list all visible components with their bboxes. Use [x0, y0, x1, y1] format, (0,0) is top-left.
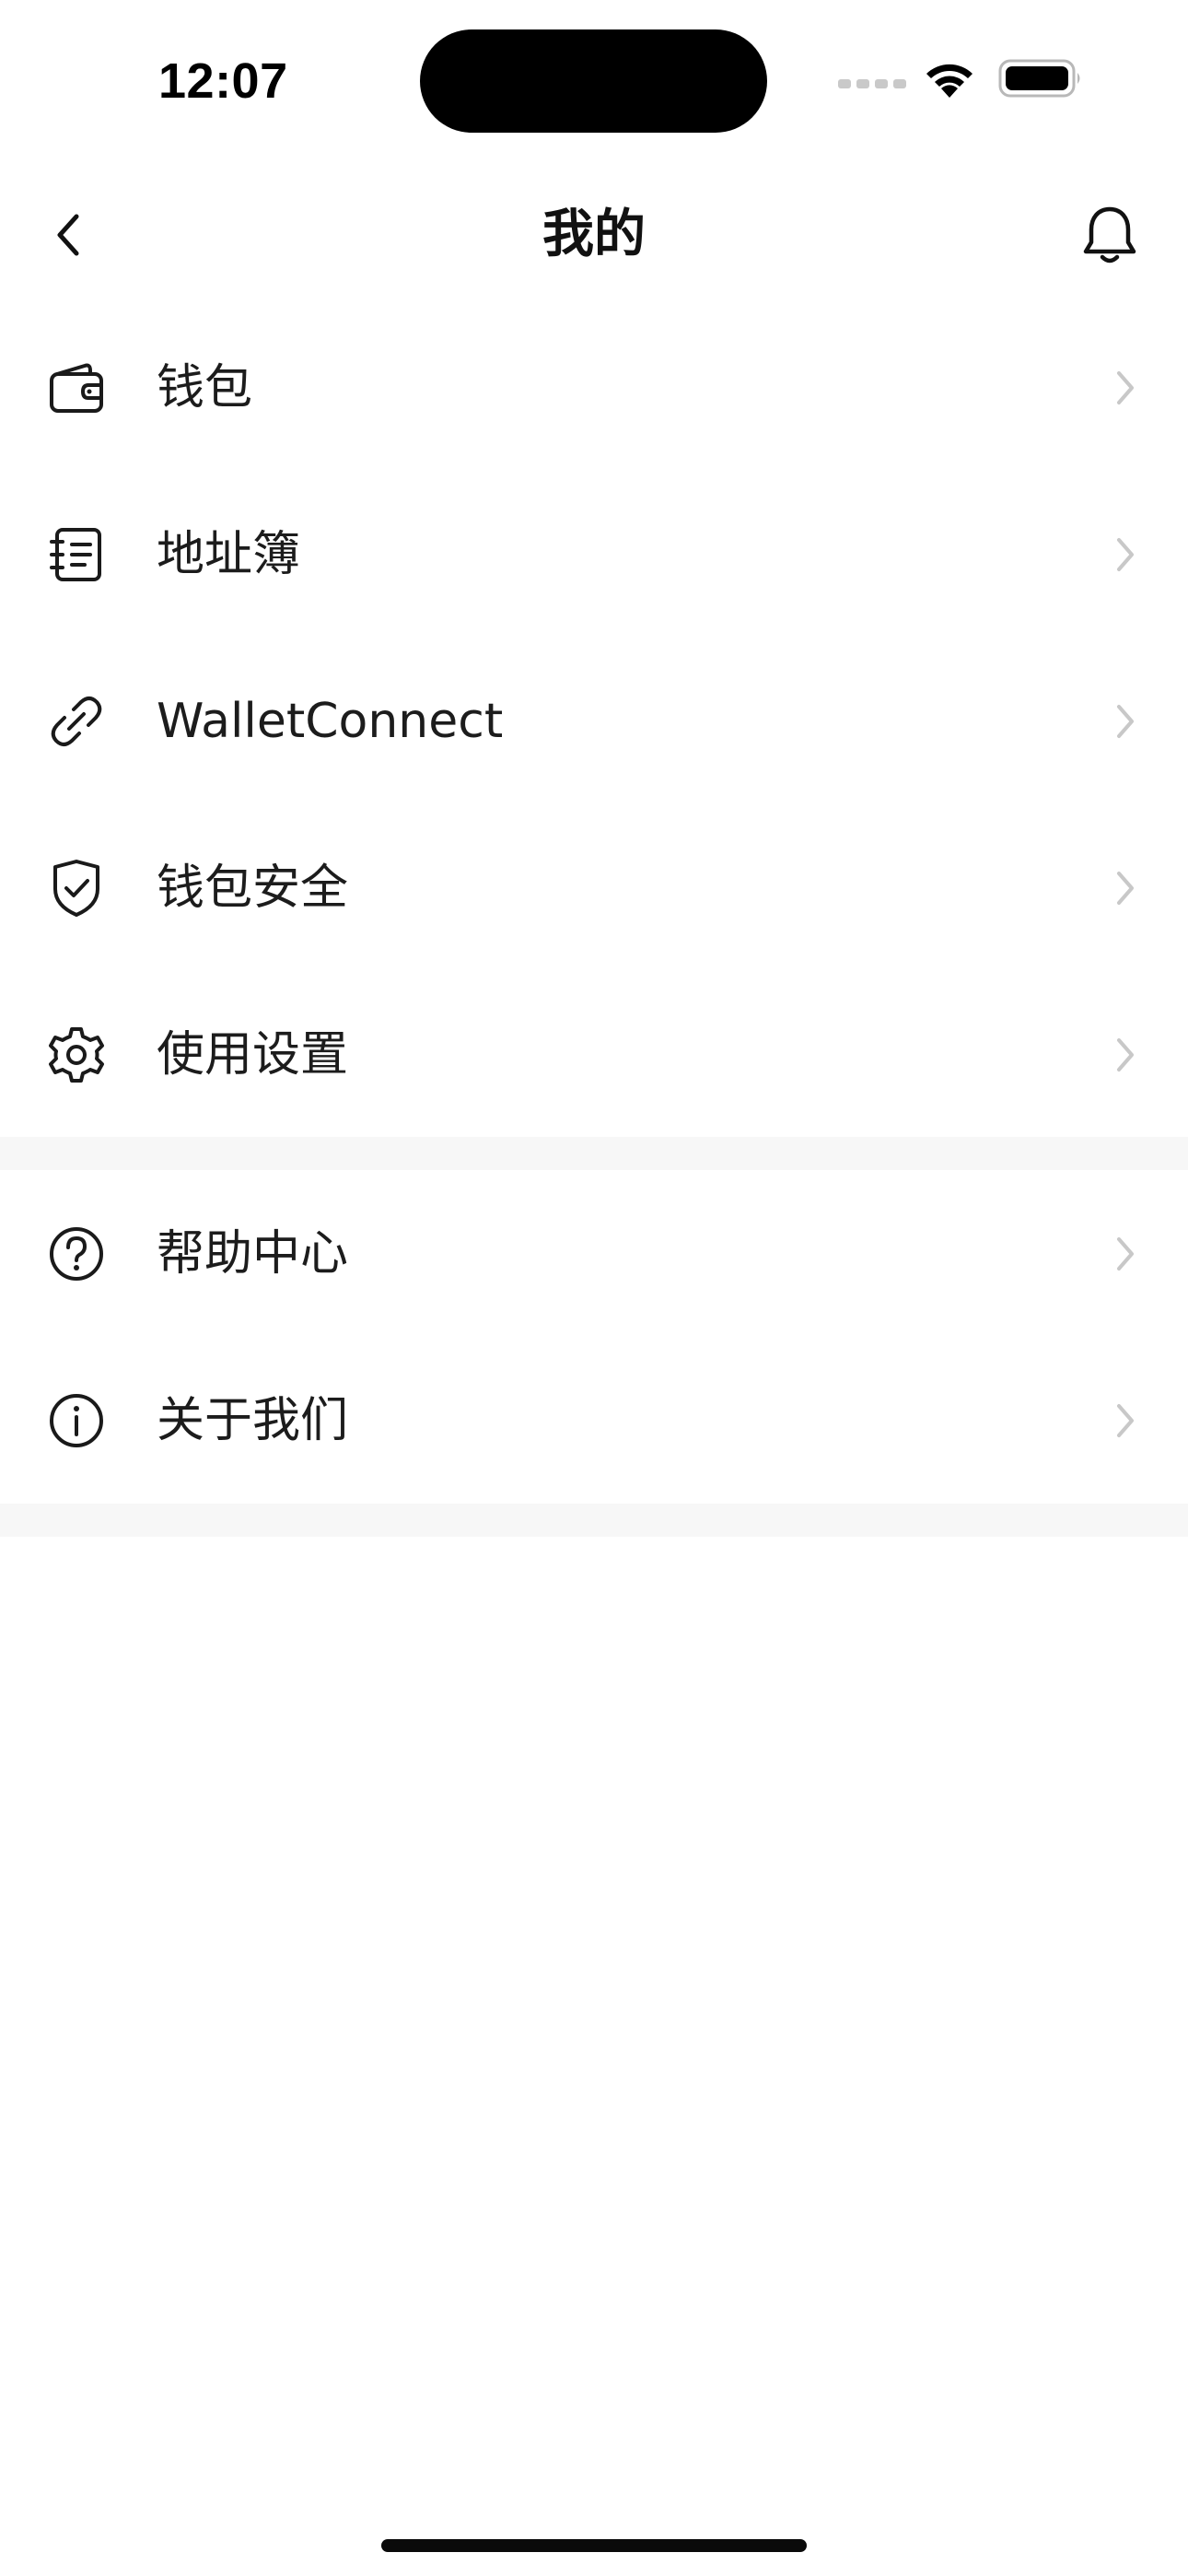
chevron-right-icon	[1107, 1235, 1144, 1273]
menu-item-label: 帮助中心	[157, 1226, 349, 1282]
chevron-right-icon	[1107, 1036, 1144, 1074]
wifi-icon	[926, 64, 973, 98]
section-divider	[0, 1504, 1188, 1537]
cellular-signal-icon	[838, 79, 906, 88]
help-circle-icon	[46, 1224, 107, 1284]
shield-check-icon	[46, 858, 107, 919]
menu-item-label: 钱包	[157, 360, 253, 416]
address-book-icon	[46, 524, 107, 585]
menu-item-label: WalletConnect	[157, 694, 504, 749]
dynamic-island	[420, 29, 767, 133]
menu-item-walletconnect[interactable]: WalletConnect	[0, 638, 1188, 804]
chevron-right-icon	[1107, 369, 1144, 407]
wallet-icon	[46, 357, 107, 418]
menu-item-address-book[interactable]: 地址簿	[0, 471, 1188, 638]
status-time: 12:07	[158, 53, 288, 109]
link-icon	[46, 691, 107, 752]
chevron-right-icon	[1107, 1401, 1144, 1440]
home-indicator[interactable]	[381, 2539, 807, 2552]
menu-item-label: 地址簿	[157, 527, 301, 582]
chevron-right-icon	[1107, 702, 1144, 741]
menu-item-wallet-security[interactable]: 钱包安全	[0, 804, 1188, 971]
bell-icon	[1083, 206, 1136, 263]
chevron-right-icon	[1107, 535, 1144, 574]
menu-item-about-us[interactable]: 关于我们	[0, 1337, 1188, 1504]
menu-group-secondary: 帮助中心 关于我们	[0, 1170, 1188, 1504]
menu-item-usage-settings[interactable]: 使用设置	[0, 971, 1188, 1138]
menu-item-label: 使用设置	[157, 1027, 349, 1083]
menu-item-label: 钱包安全	[157, 861, 349, 916]
battery-icon	[998, 59, 1080, 98]
menu-item-help-center[interactable]: 帮助中心	[0, 1170, 1188, 1337]
menu-item-label: 关于我们	[157, 1393, 349, 1448]
header: 我的	[0, 166, 1188, 304]
menu-item-wallet[interactable]: 钱包	[0, 304, 1188, 471]
chevron-right-icon	[1107, 869, 1144, 907]
status-icons	[838, 57, 1087, 101]
gear-icon	[46, 1025, 107, 1085]
menu-group-primary: 钱包 地址簿 WalletConnect 钱包安全 使用设置	[0, 304, 1188, 1138]
page-title: 我的	[542, 205, 646, 264]
notifications-button[interactable]	[1076, 201, 1144, 269]
info-circle-icon	[46, 1390, 107, 1451]
section-divider	[0, 1137, 1188, 1170]
status-bar: 12:07	[0, 0, 1188, 157]
